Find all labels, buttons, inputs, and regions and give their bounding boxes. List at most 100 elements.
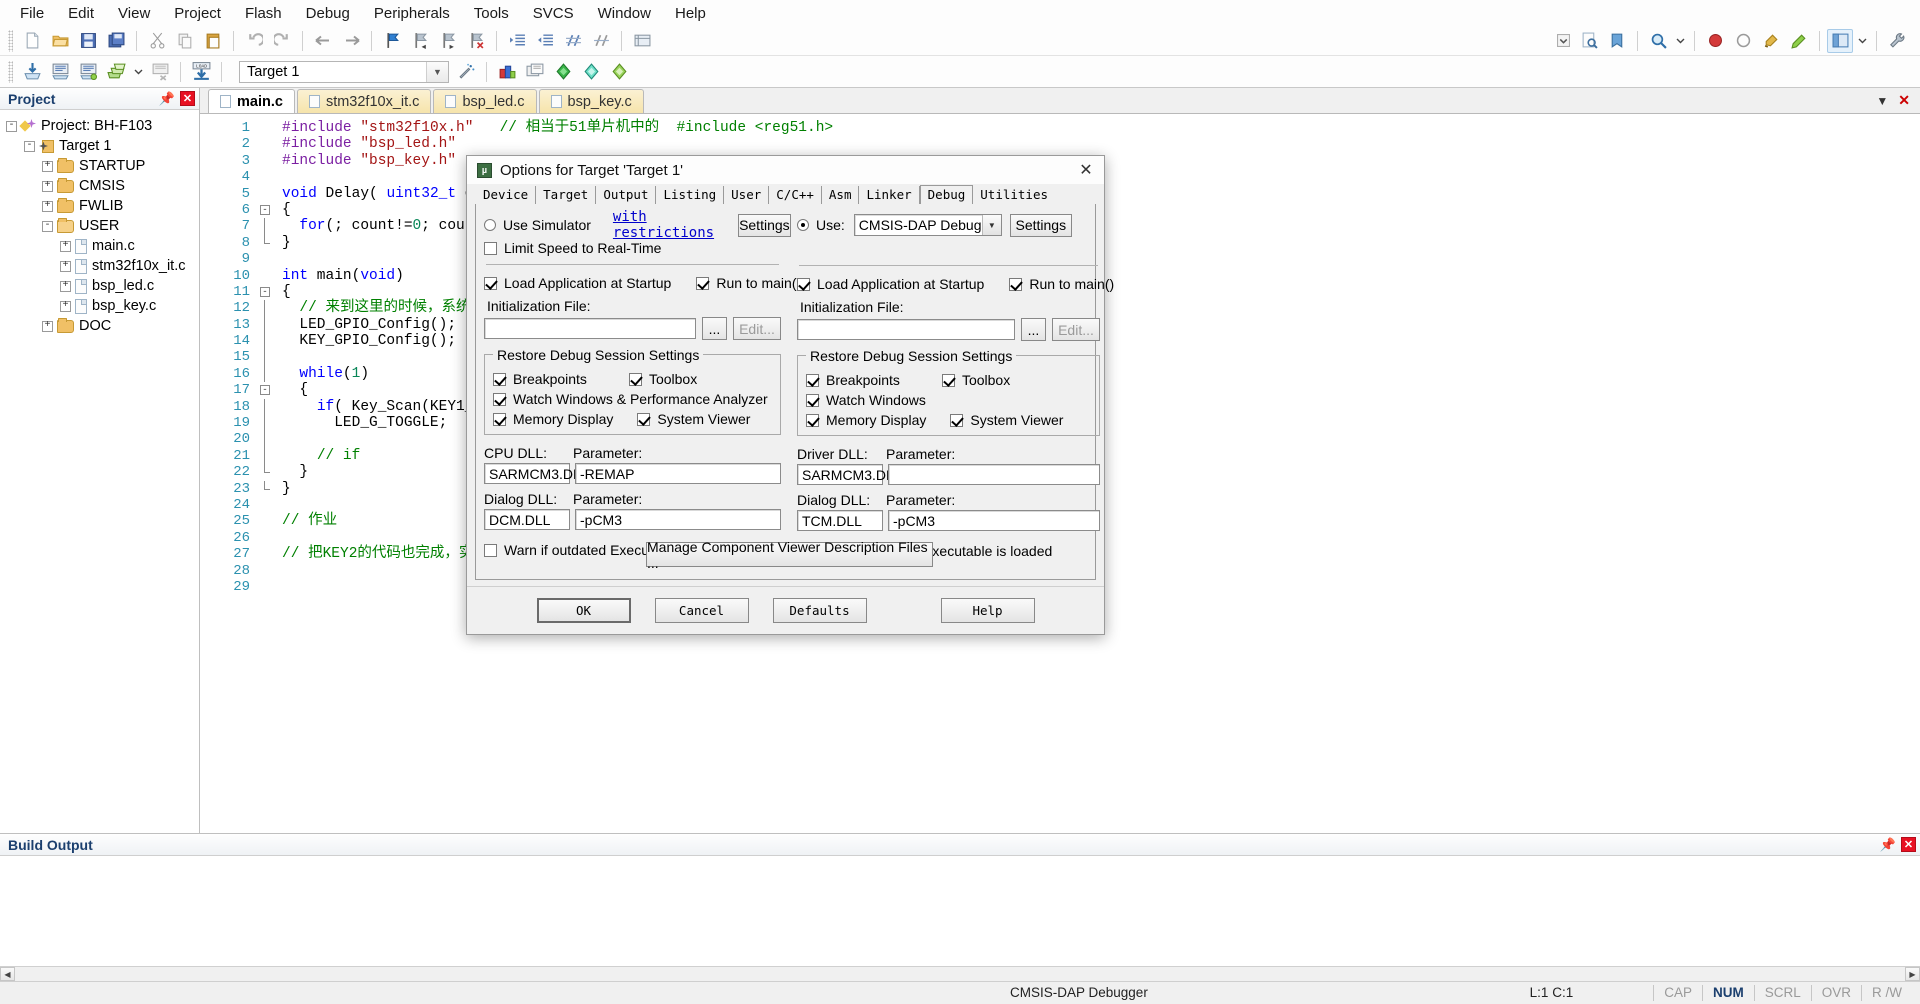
bookmark-list-icon[interactable] [1604, 29, 1630, 53]
insert-bookmark-icon[interactable] [379, 29, 405, 53]
sim-system-viewer-checkbox[interactable] [637, 412, 651, 426]
close-icon[interactable]: ✕ [1070, 157, 1102, 183]
prev-bookmark-icon[interactable] [407, 29, 433, 53]
menu-view[interactable]: View [106, 2, 162, 25]
menu-project[interactable]: Project [162, 2, 233, 25]
close-icon[interactable]: ✕ [180, 91, 195, 106]
tree-item-project-bh-f103[interactable]: - Project: BH-F103 [6, 116, 199, 136]
expand-icon[interactable]: + [42, 180, 53, 192]
tree-item-bsp-led-c[interactable]: + bsp_led.c [6, 276, 199, 296]
collapse-icon[interactable]: - [24, 140, 35, 152]
paste-icon[interactable] [200, 29, 226, 53]
cpu-parameter-input[interactable]: -REMAP [575, 463, 781, 484]
dialog-tab-target[interactable]: Target [536, 186, 597, 204]
use-driver-radio[interactable] [797, 219, 809, 231]
hw-init-file-input[interactable] [797, 319, 1015, 340]
translate-icon[interactable] [19, 60, 45, 84]
dialog-tab-cc++[interactable]: C/C++ [769, 186, 822, 204]
dialog-tab-asm[interactable]: Asm [822, 186, 860, 204]
pin-icon[interactable]: 📌 [1875, 837, 1901, 853]
undo-icon[interactable] [241, 29, 267, 53]
options-for-target-dialog[interactable]: µ Options for Target 'Target 1' ✕ Device… [466, 155, 1114, 635]
hw-toolbox-checkbox[interactable] [941, 373, 955, 387]
play-macro-icon[interactable] [1758, 29, 1784, 53]
redo-icon[interactable] [269, 29, 295, 53]
stop-record-icon[interactable] [1730, 29, 1756, 53]
hw-system-viewer-checkbox[interactable] [950, 413, 964, 427]
tree-item-doc[interactable]: + DOC [6, 316, 199, 336]
close-icon[interactable]: ✕ [1901, 837, 1916, 852]
edit-macro-icon[interactable] [1786, 29, 1812, 53]
zoom-dropdown-icon[interactable] [1673, 29, 1687, 53]
hw-memory-display-checkbox[interactable] [806, 413, 819, 427]
search-dropdown-icon[interactable] [1552, 29, 1574, 53]
hw-load-app-checkbox[interactable] [797, 277, 810, 291]
with-restrictions-link[interactable]: with restrictions [613, 209, 714, 241]
scroll-right-icon[interactable]: ▶ [1905, 967, 1920, 981]
tree-item-bsp-key-c[interactable]: + bsp_key.c [6, 296, 199, 316]
hw-browse-button[interactable]: ... [1021, 318, 1046, 341]
configuration-wrench-icon[interactable] [1884, 29, 1910, 53]
batch-build-icon[interactable] [103, 60, 129, 84]
project-tree[interactable]: - Project: BH-F103- Target 1 + STARTUP + CMSIS… [0, 110, 199, 944]
close-document-icon[interactable]: ✕ [1898, 92, 1910, 109]
dialog-tab-debug[interactable]: Debug [919, 185, 974, 205]
tree-item-fwlib[interactable]: + FWLIB [6, 196, 199, 216]
hw-watch-windows-checkbox[interactable] [806, 393, 819, 407]
document-tab-bspledc[interactable]: bsp_led.c [433, 89, 537, 113]
tree-item-target-1[interactable]: - Target 1 [6, 136, 199, 156]
use-simulator-radio[interactable] [484, 219, 496, 231]
books-icon[interactable] [606, 60, 632, 84]
stop-build-icon[interactable] [147, 60, 173, 84]
layout-dropdown-icon[interactable] [1855, 29, 1869, 53]
hw-run-to-main-checkbox[interactable] [1009, 277, 1023, 291]
collapse-icon[interactable]: - [42, 220, 53, 232]
batch-dropdown-icon[interactable] [131, 60, 145, 84]
menu-window[interactable]: Window [586, 2, 663, 25]
sim-init-file-input[interactable] [484, 318, 696, 339]
driver-parameter-input[interactable] [888, 464, 1100, 485]
build-output-text[interactable] [0, 856, 1920, 966]
sim-load-app-checkbox[interactable] [484, 276, 497, 290]
expand-icon[interactable]: + [42, 200, 53, 212]
save-icon[interactable] [75, 29, 101, 53]
build-output-hscrollbar[interactable]: ◀ ▶ [0, 966, 1920, 981]
cut-icon[interactable] [144, 29, 170, 53]
scroll-left-icon[interactable]: ◀ [0, 967, 15, 981]
sim-run-to-main-checkbox[interactable] [696, 276, 710, 290]
zoom-icon[interactable] [1645, 29, 1671, 53]
menu-edit[interactable]: Edit [56, 2, 106, 25]
sim-dialog-parameter-input[interactable]: -pCM3 [575, 509, 781, 530]
expand-icon[interactable]: + [42, 320, 53, 332]
document-tab-bspkeyc[interactable]: bsp_key.c [538, 89, 644, 113]
cancel-button[interactable]: Cancel [654, 598, 749, 623]
expand-icon[interactable]: + [60, 280, 71, 292]
sim-toolbox-checkbox[interactable] [628, 372, 642, 386]
multi-project-icon[interactable] [550, 60, 576, 84]
sim-dialog-dll-input[interactable]: DCM.DLL [484, 509, 570, 530]
defaults-button[interactable]: Defaults [772, 598, 867, 623]
document-tab-mainc[interactable]: main.c [208, 89, 295, 113]
menu-svcs[interactable]: SVCS [521, 2, 586, 25]
bookmark-window-icon[interactable] [629, 29, 655, 53]
sim-breakpoints-checkbox[interactable] [493, 372, 506, 386]
expand-icon[interactable]: + [60, 260, 71, 272]
chevron-down-icon[interactable]: ▼ [981, 215, 1001, 235]
document-tabs[interactable]: main.c stm32f10x_it.c bsp_led.c bsp_key.c ▼… [200, 88, 1920, 114]
fold-marker[interactable]: - [258, 202, 276, 218]
window-layout-icon[interactable] [1827, 28, 1853, 53]
menu-file[interactable]: File [8, 2, 56, 25]
driver-dll-input[interactable]: SARMCM3.DLL [797, 464, 902, 485]
indent-icon[interactable] [504, 29, 530, 53]
driver-settings-button[interactable]: Settings [1009, 213, 1072, 237]
menu-debug[interactable]: Debug [294, 2, 362, 25]
sim-memory-display-checkbox[interactable] [493, 412, 506, 426]
pack-installer-icon[interactable] [578, 60, 604, 84]
menu-help[interactable]: Help [663, 2, 718, 25]
tree-item-cmsis[interactable]: + CMSIS [6, 176, 199, 196]
hw-breakpoints-checkbox[interactable] [806, 373, 819, 387]
document-tab-stm32f10xitc[interactable]: stm32f10x_it.c [296, 89, 432, 113]
comment-icon[interactable] [560, 29, 586, 53]
build-icon[interactable] [47, 60, 73, 84]
new-file-icon[interactable] [19, 29, 45, 53]
